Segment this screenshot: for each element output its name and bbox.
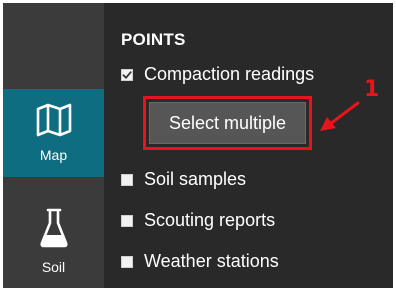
sidebar-item-label: Soil: [41, 259, 66, 275]
layer-toggle-weather-stations[interactable]: Weather stations: [121, 251, 279, 272]
layer-label: Weather stations: [144, 251, 279, 271]
sidebar-item-soil[interactable]: Soil: [3, 201, 104, 281]
map-icon: [36, 103, 71, 137]
checkbox[interactable]: [121, 214, 133, 227]
checkmark-icon: [122, 70, 132, 79]
sidebar-item-label: Map: [39, 147, 68, 163]
layer-label: Compaction readings: [144, 64, 315, 84]
layer-toggle-scouting-reports[interactable]: Scouting reports: [121, 210, 275, 231]
map-layers-panel: Map Soil POINTS Compaction readings Sele…: [3, 3, 393, 288]
checkbox-checked[interactable]: [121, 68, 133, 81]
checkbox[interactable]: [121, 255, 133, 268]
flask-icon: [39, 208, 68, 248]
sidebar: Map Soil: [3, 3, 104, 288]
select-multiple-button[interactable]: Select multiple: [149, 102, 306, 144]
layer-label: Scouting reports: [144, 210, 276, 230]
layer-toggle-compaction[interactable]: Compaction readings: [121, 64, 314, 85]
layers-panel: POINTS Compaction readings Select multip…: [104, 3, 393, 288]
section-title: POINTS: [121, 30, 186, 49]
callout-number: 1: [364, 77, 380, 102]
layer-label: Soil samples: [144, 169, 247, 189]
checkbox[interactable]: [121, 173, 133, 186]
sidebar-item-map[interactable]: Map: [3, 89, 104, 177]
layer-toggle-soil-samples[interactable]: Soil samples: [121, 169, 246, 190]
